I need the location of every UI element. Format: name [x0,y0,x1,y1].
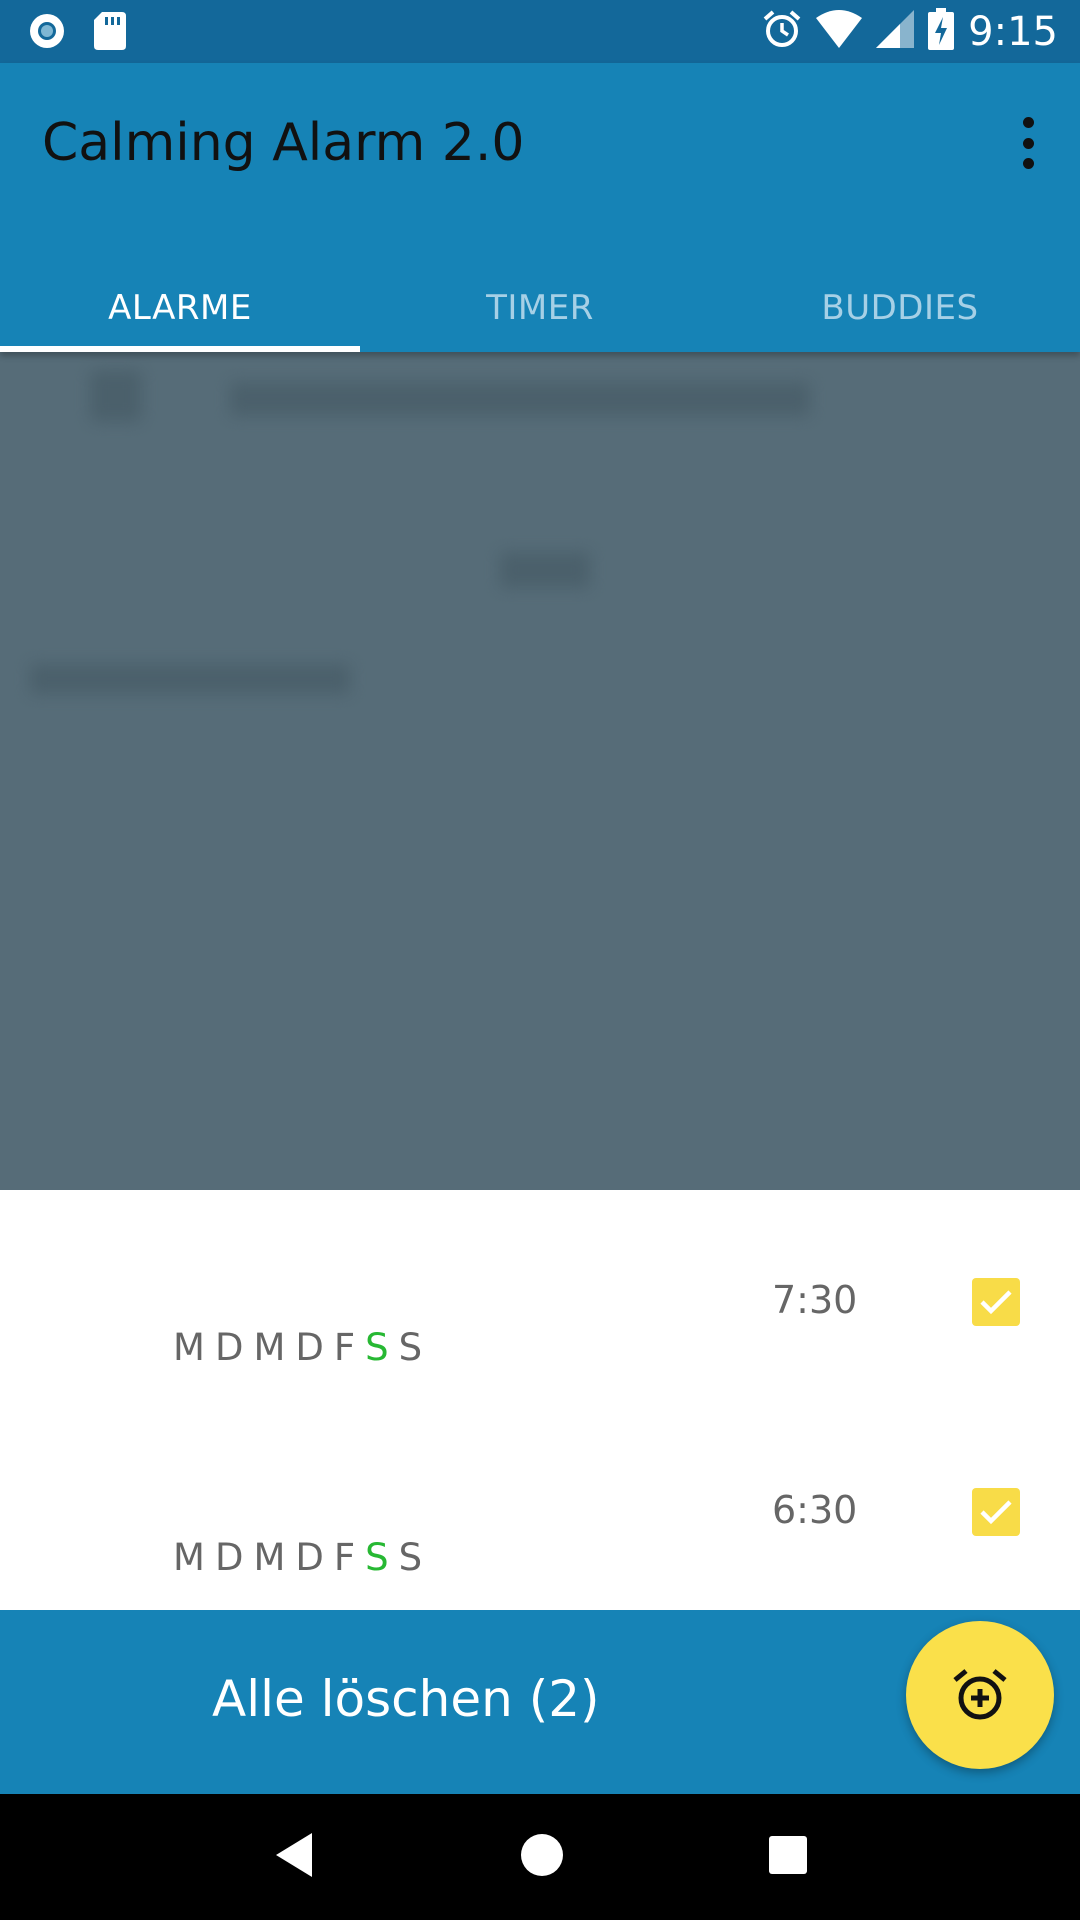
tab-buddies[interactable]: BUDDIES [720,263,1080,352]
day-label: M [173,1536,206,1579]
day-label: D [214,1326,245,1369]
day-label: D [214,1536,245,1579]
alarm-time[interactable]: 6:30 [772,1488,857,1532]
day-label: M [253,1326,287,1369]
day-label-active: S [365,1326,390,1369]
home-icon[interactable] [520,1833,564,1882]
signal-icon [876,10,915,53]
alarm-enabled-checkbox[interactable] [972,1278,1020,1326]
add-alarm-icon [953,1669,1007,1720]
tab-alarme[interactable]: ALARME [0,263,360,352]
day-label: S [398,1536,424,1579]
day-label: F [333,1326,357,1369]
check-icon [980,1290,1012,1315]
blurred-button [500,552,590,588]
tab-timer[interactable]: TIMER [360,263,720,352]
alarm-clock-icon [762,9,802,54]
app-bar: Calming Alarm 2.0 ALARME TIMER BUDDIES [0,63,1080,352]
status-time: 9:15 [968,8,1058,55]
tab-bar: ALARME TIMER BUDDIES [0,263,1080,352]
dimmed-overlay [0,352,1080,1190]
battery-charging-icon [928,8,955,55]
blurred-text [230,382,810,416]
alarm-enabled-checkbox[interactable] [972,1488,1020,1536]
sd-card-icon [94,12,126,55]
day-label: D [295,1326,325,1369]
day-label: M [173,1326,206,1369]
blurred-icon [90,370,142,422]
navigation-bar [0,1794,1080,1920]
back-icon[interactable] [272,1831,316,1884]
radio-icon [28,12,66,55]
day-label: M [253,1536,287,1579]
delete-all-button[interactable]: Alle löschen (2) [212,1670,600,1728]
day-label: S [398,1326,424,1369]
check-icon [980,1500,1012,1525]
alarm-days: M D M D F S S [173,1326,423,1369]
alarm-days: M D M D F S S [173,1536,423,1579]
app-title: Calming Alarm 2.0 [42,113,525,173]
alarm-time[interactable]: 7:30 [772,1278,857,1322]
alarm-list: 7:30 M D M D F S S 6:30 M D M D F S S [0,1190,1080,1610]
day-label: F [333,1536,357,1579]
status-bar: 9:15 [0,0,1080,63]
more-vert-icon[interactable] [1006,113,1050,173]
alarm-row[interactable]: 7:30 M D M D F S S [0,1190,1080,1380]
blurred-label [30,664,350,694]
recents-icon[interactable] [768,1835,808,1880]
day-label: D [295,1536,325,1579]
day-label-active: S [365,1536,390,1579]
wifi-icon [816,10,863,53]
add-alarm-button[interactable] [906,1621,1054,1769]
alarm-row[interactable]: 6:30 M D M D F S S [0,1400,1080,1590]
